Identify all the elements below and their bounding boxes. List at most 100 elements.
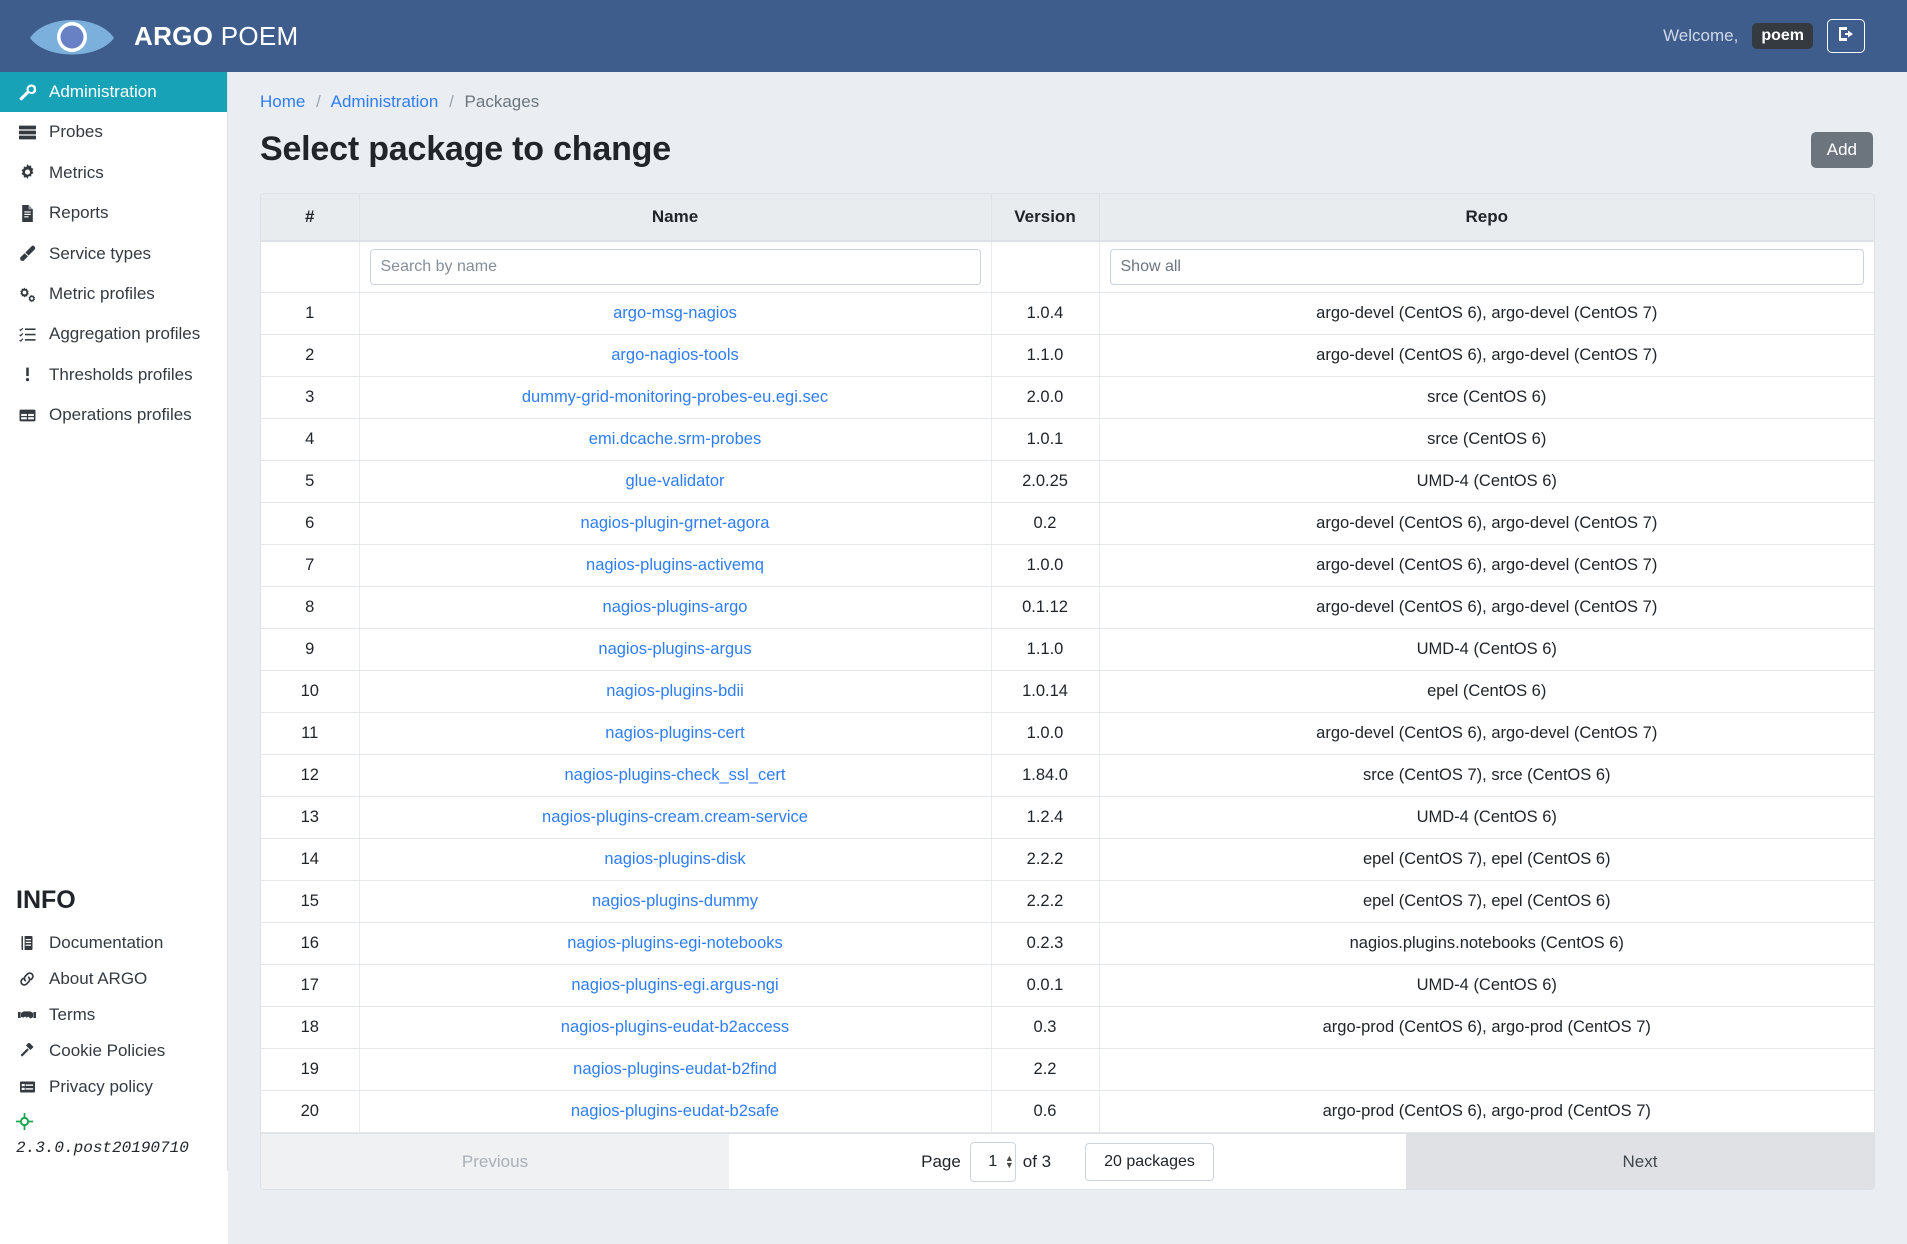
- sidebar-item-thresholds-profiles[interactable]: Thresholds profiles: [0, 355, 227, 395]
- cell-repo: argo-devel (CentOS 6), argo-devel (CentO…: [1099, 586, 1874, 629]
- package-link[interactable]: nagios-plugins-bdii: [606, 682, 744, 700]
- crosshairs-icon: [16, 1113, 33, 1134]
- table-row: 3 dummy-grid-monitoring-probes-eu.egi.sec…: [261, 376, 1874, 419]
- package-link[interactable]: argo-msg-nagios: [613, 304, 737, 322]
- package-link[interactable]: nagios-plugins-argus: [598, 640, 751, 658]
- cell-repo: srce (CentOS 6): [1099, 376, 1874, 419]
- package-link[interactable]: nagios-plugins-argo: [603, 598, 748, 616]
- table-row: 7 nagios-plugins-activemq 1.0.0 argo-devel …: [261, 544, 1874, 587]
- cell-index: 11: [261, 712, 360, 755]
- packages-per-page-select[interactable]: 20 packages: [1085, 1142, 1214, 1181]
- sidebar-item-aggregation-profiles[interactable]: Aggregation profiles: [0, 314, 227, 354]
- sidebar: Administration Probes Metrics Reports Se…: [0, 72, 228, 1171]
- table-body: 1 argo-msg-nagios 1.0.4 argo-devel (CentOS …: [261, 292, 1874, 1133]
- cell-index: 13: [261, 796, 360, 839]
- cell-index: 16: [261, 922, 360, 965]
- cell-name: nagios-plugins-check_ssl_cert: [359, 754, 992, 797]
- breadcrumb-administration[interactable]: Administration: [331, 92, 439, 111]
- package-link[interactable]: argo-nagios-tools: [611, 346, 739, 364]
- info-item-label: About ARGO: [49, 969, 148, 988]
- package-link[interactable]: nagios-plugins-cream.cream-service: [542, 808, 808, 826]
- info-item-documentation[interactable]: Documentation: [0, 925, 227, 961]
- sidebar-item-probes[interactable]: Probes: [0, 112, 227, 152]
- sidebar-item-label: Metrics: [49, 162, 104, 182]
- cell-version: 0.3: [991, 1006, 1100, 1049]
- cell-index: 12: [261, 754, 360, 797]
- add-button[interactable]: Add: [1810, 131, 1873, 168]
- repo-filter-select[interactable]: Show all: [1109, 249, 1864, 285]
- cell-index: 14: [261, 838, 360, 881]
- package-link[interactable]: nagios-plugin-grnet-agora: [581, 514, 770, 532]
- cell-name: nagios-plugin-grnet-agora: [359, 502, 992, 545]
- info-item-about-argo[interactable]: About ARGO: [0, 961, 227, 997]
- sidebar-item-reports[interactable]: Reports: [0, 193, 227, 233]
- sidebar-item-metric-profiles[interactable]: Metric profiles: [0, 274, 227, 314]
- cell-repo: epel (CentOS 6): [1099, 670, 1874, 713]
- sidebar-info-section: INFO Documentation About ARGO Terms Cook…: [0, 880, 227, 1163]
- package-link[interactable]: nagios-plugins-cert: [605, 724, 744, 742]
- package-link[interactable]: nagios-plugins-eudat-b2find: [573, 1060, 777, 1078]
- breadcrumb-home[interactable]: Home: [260, 92, 305, 111]
- brand-light: POEM: [213, 20, 299, 51]
- info-item-terms[interactable]: Terms: [0, 997, 227, 1033]
- cell-name: nagios-plugins-cream.cream-service: [359, 796, 992, 839]
- cell-index: 9: [261, 628, 360, 671]
- info-item-privacy-policy[interactable]: Privacy policy: [0, 1069, 227, 1105]
- cell-index: 15: [261, 880, 360, 923]
- breadcrumb-current: Packages: [464, 92, 540, 111]
- cell-repo: nagios.plugins.notebooks (CentOS 6): [1099, 922, 1874, 965]
- sidebar-item-service-types[interactable]: Service types: [0, 234, 227, 274]
- sidebar-item-operations-profiles[interactable]: Operations profiles: [0, 395, 227, 435]
- previous-page-button[interactable]: Previous: [261, 1134, 729, 1189]
- cell-name: nagios-plugins-eudat-b2safe: [359, 1090, 992, 1133]
- sidebar-item-label: Thresholds profiles: [49, 364, 193, 384]
- package-link[interactable]: nagios-plugins-dummy: [592, 892, 758, 910]
- filter-version-cell: [991, 241, 1100, 293]
- cell-name: nagios-plugins-argus: [359, 628, 992, 671]
- cell-version: 0.6: [991, 1090, 1100, 1133]
- table-row: 12 nagios-plugins-check_ssl_cert 1.84.0 src…: [261, 754, 1874, 797]
- info-item-label: Cookie Policies: [49, 1041, 166, 1060]
- cell-index: 19: [261, 1048, 360, 1091]
- cell-name: nagios-plugins-eudat-b2access: [359, 1006, 992, 1049]
- file-text-icon: [16, 204, 38, 222]
- stepper-down-icon[interactable]: ▼: [1005, 1160, 1014, 1169]
- eye-logo-icon: [28, 8, 116, 64]
- cell-version: 2.0.0: [991, 376, 1100, 419]
- package-link[interactable]: emi.dcache.srm-probes: [589, 430, 761, 448]
- wrench-icon: [16, 84, 38, 101]
- package-link[interactable]: dummy-grid-monitoring-probes-eu.egi.sec: [522, 388, 828, 406]
- logout-button[interactable]: [1827, 19, 1865, 53]
- sidebar-item-label: Operations profiles: [49, 405, 192, 425]
- package-link[interactable]: nagios-plugins-eudat-b2access: [561, 1018, 789, 1036]
- cogs-icon: [16, 286, 38, 303]
- table-row: 9 nagios-plugins-argus 1.1.0 UMD-4 (CentOS …: [261, 628, 1874, 671]
- app-header: ARGO POEM Welcome, poem: [0, 0, 1907, 72]
- cell-repo: UMD-4 (CentOS 6): [1099, 628, 1874, 671]
- table-head: # Name Version Repo Show all: [261, 194, 1874, 293]
- sidebar-item-label: Service types: [49, 243, 152, 263]
- search-input[interactable]: [369, 249, 981, 285]
- brand[interactable]: ARGO POEM: [28, 8, 299, 64]
- breadcrumb-separator: /: [316, 92, 321, 111]
- package-link[interactable]: nagios-plugins-egi-notebooks: [567, 934, 783, 952]
- info-item-cookie-policies[interactable]: Cookie Policies: [0, 1033, 227, 1069]
- cell-index: 1: [261, 292, 360, 335]
- header-user-area: Welcome, poem: [1663, 19, 1883, 53]
- page-number-stepper[interactable]: ▲ ▼: [1005, 1153, 1014, 1169]
- table-row: 11 nagios-plugins-cert 1.0.0 argo-devel (Ce…: [261, 712, 1874, 755]
- packages-panel: # Name Version Repo Show all: [260, 193, 1875, 1190]
- welcome-label: Welcome,: [1663, 26, 1739, 45]
- sidebar-item-administration[interactable]: Administration: [0, 72, 227, 113]
- package-link[interactable]: nagios-plugins-egi.argus-ngi: [571, 976, 778, 994]
- package-link[interactable]: nagios-plugins-disk: [604, 850, 745, 868]
- package-link[interactable]: nagios-plugins-check_ssl_cert: [564, 766, 785, 784]
- next-page-button[interactable]: Next: [1406, 1134, 1874, 1189]
- package-link[interactable]: nagios-plugins-eudat-b2safe: [571, 1102, 779, 1120]
- cell-name: nagios-plugins-egi-notebooks: [359, 922, 992, 965]
- table-grid-icon: [16, 407, 38, 424]
- package-link[interactable]: glue-validator: [625, 472, 724, 490]
- sidebar-item-metrics[interactable]: Metrics: [0, 153, 227, 193]
- table-row: 19 nagios-plugins-eudat-b2find 2.2: [261, 1048, 1874, 1091]
- package-link[interactable]: nagios-plugins-activemq: [586, 556, 764, 574]
